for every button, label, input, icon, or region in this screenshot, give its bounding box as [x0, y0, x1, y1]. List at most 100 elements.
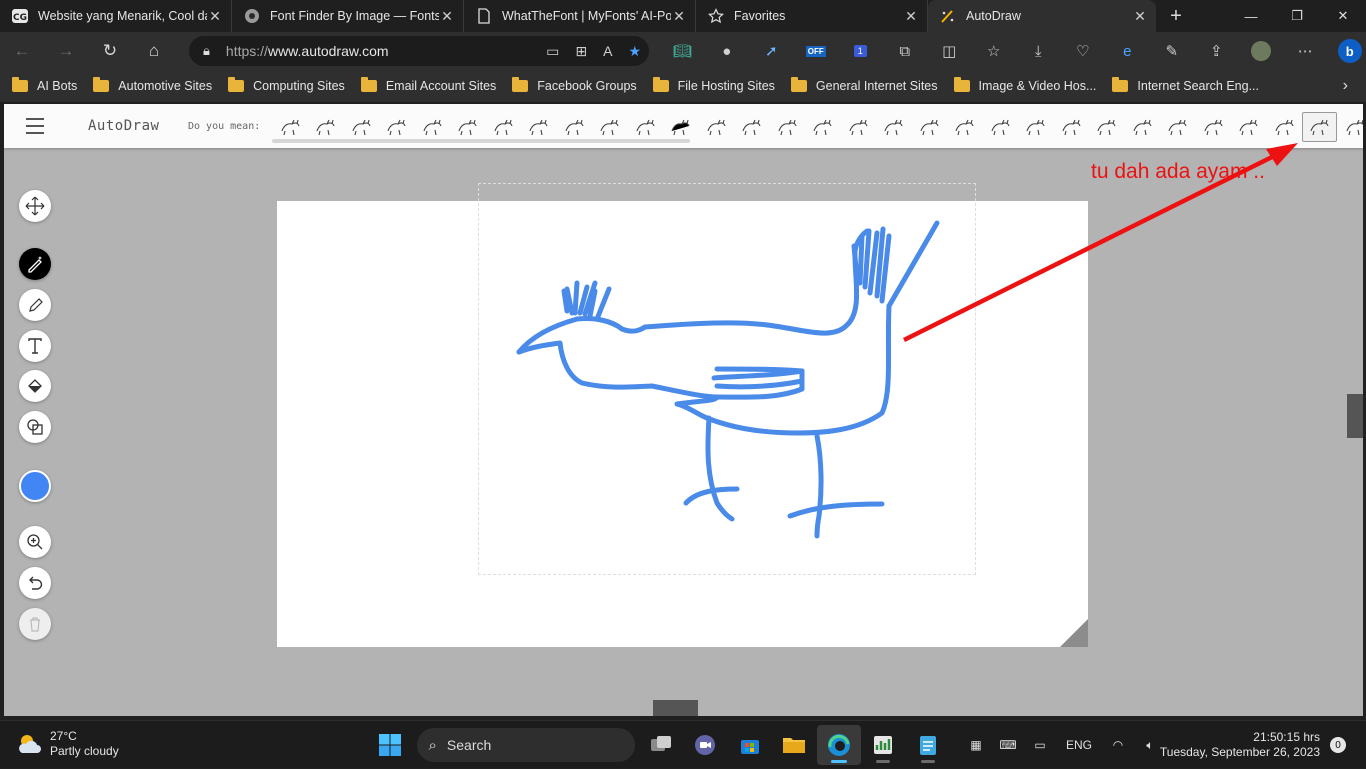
suggestion-hotdog[interactable]	[1089, 112, 1125, 142]
bookmark-folder[interactable]: General Internet Sites	[791, 79, 938, 93]
suggestion-rat[interactable]	[805, 112, 841, 142]
bookmark-folder[interactable]: AI Bots	[12, 79, 77, 93]
split-screen-icon[interactable]: ◫	[927, 42, 972, 60]
bookmark-folder[interactable]: Email Account Sites	[361, 79, 496, 93]
task-view-button[interactable]	[639, 725, 684, 765]
file-explorer-button[interactable]	[772, 725, 817, 765]
suggestion-bird[interactable]	[627, 112, 663, 142]
address-bar[interactable]: 🔒︎ https://www.autodraw.com ▭ ⊞ A ★	[189, 36, 649, 66]
suggestion-chicken[interactable]	[1302, 112, 1338, 142]
suggestion-eye[interactable]	[1337, 112, 1363, 142]
profile-avatar[interactable]	[1239, 41, 1284, 61]
start-button[interactable]	[368, 725, 413, 765]
suggestion-fox[interactable]	[1195, 112, 1231, 142]
read-aloud-icon[interactable]: A	[603, 43, 612, 59]
tab-autodraw[interactable]: AutoDraw ✕	[928, 0, 1156, 32]
tablet-mode-icon[interactable]: ▭	[1024, 738, 1056, 752]
fill-tool-button[interactable]	[19, 370, 51, 402]
suggestion-palm[interactable]	[734, 112, 770, 142]
ie-mode-icon[interactable]: e	[1105, 43, 1150, 60]
horizontal-scrollbar[interactable]	[653, 700, 698, 716]
suggestion-turtle[interactable]	[379, 112, 415, 142]
suggestion-creature[interactable]	[272, 112, 308, 142]
text-tool-button[interactable]	[19, 330, 51, 362]
bookmark-folder[interactable]: File Hosting Sites	[653, 79, 775, 93]
favorite-star-icon[interactable]: ★	[628, 43, 641, 60]
restore-icon[interactable]: ❐	[1274, 0, 1320, 32]
reader-icon[interactable]: 📖︎	[660, 42, 705, 60]
extension-balls-icon[interactable]: ●	[705, 43, 750, 60]
teams-button[interactable]	[683, 725, 728, 765]
draw-tool-button[interactable]	[19, 289, 51, 321]
keyboard-icon[interactable]: ⌨	[992, 738, 1024, 752]
home-icon[interactable]: ⌂	[132, 32, 176, 70]
close-icon[interactable]: ✕	[903, 8, 919, 25]
refresh-icon[interactable]: ↻	[88, 32, 132, 70]
favorites-icon[interactable]: ☆	[972, 42, 1017, 60]
performance-icon[interactable]: ♡	[1061, 42, 1106, 60]
suggestion-owl[interactable]	[450, 112, 486, 142]
bookmark-folder[interactable]: Internet Search Eng...	[1112, 79, 1259, 93]
tray-app-icon[interactable]: ▦	[960, 738, 992, 752]
weather-widget[interactable]: 27°CPartly cloudy	[16, 729, 119, 759]
menu-icon[interactable]	[26, 118, 44, 134]
close-icon[interactable]: ✕	[439, 8, 455, 25]
notepad-button[interactable]	[906, 725, 951, 765]
bookmark-folder[interactable]: Automotive Sites	[93, 79, 212, 93]
bookmark-folder[interactable]: Computing Sites	[228, 79, 345, 93]
zoom-button[interactable]	[19, 526, 51, 558]
bookmark-folder[interactable]: Image & Video Hos...	[954, 79, 1097, 93]
store-button[interactable]	[728, 725, 773, 765]
clock[interactable]: 21:50:15 hrsTuesday, September 26, 2023	[1158, 730, 1320, 760]
wifi-icon[interactable]: ◠	[1102, 738, 1134, 752]
suggestion-horse[interactable]	[414, 112, 450, 142]
tab-whatthefont[interactable]: WhatTheFont | MyFonts' AI-Pov ✕	[464, 0, 696, 32]
select-tool-button[interactable]	[19, 190, 51, 222]
suggestion-cube[interactable]	[982, 112, 1018, 142]
grid-icon[interactable]: ⊞	[575, 43, 587, 60]
downloads-icon[interactable]: ⤓	[1016, 43, 1061, 60]
suggestion-horse-2[interactable]	[1160, 112, 1196, 142]
suggestion-deer[interactable]	[308, 112, 344, 142]
extensions-icon[interactable]: ⧉	[883, 43, 928, 60]
suggestion-llama[interactable]	[521, 112, 557, 142]
chart-app-button[interactable]	[861, 725, 906, 765]
notification-badge[interactable]: 0	[1330, 737, 1346, 753]
taskbar-search[interactable]: ⌕Search	[417, 728, 635, 762]
close-window-icon[interactable]: ✕	[1320, 0, 1366, 32]
suggestion-lizard[interactable]	[876, 112, 912, 142]
edge-button[interactable]	[817, 725, 862, 765]
forward-icon[interactable]: →	[44, 32, 88, 70]
close-icon[interactable]: ✕	[207, 8, 223, 25]
vertical-scrollbar[interactable]	[1347, 394, 1363, 438]
web-capture-icon[interactable]: ✎	[1150, 42, 1195, 60]
back-icon[interactable]: ←	[0, 32, 44, 70]
color-picker-button[interactable]	[19, 470, 51, 502]
delete-button[interactable]	[19, 608, 51, 640]
suggestion-scrollbar[interactable]	[272, 139, 690, 143]
suggestion-cat[interactable]	[485, 112, 521, 142]
suggestion-bread[interactable]	[1053, 112, 1089, 142]
suggestion-plant[interactable]	[343, 112, 379, 142]
suggestion-house[interactable]	[911, 112, 947, 142]
undo-button[interactable]	[19, 567, 51, 599]
minimize-icon[interactable]: —	[1228, 0, 1274, 32]
shape-tool-button[interactable]	[19, 411, 51, 443]
new-tab-icon[interactable]: +	[1156, 0, 1196, 32]
suggestion-seahorse[interactable]	[1266, 112, 1302, 142]
suggestion-squirrel[interactable]	[1231, 112, 1267, 142]
tab-favorites[interactable]: Favorites ✕	[696, 0, 928, 32]
tab-website[interactable]: CG Website yang Menarik, Cool da ✕	[0, 0, 232, 32]
tab-fontspring[interactable]: Font Finder By Image — Fontsp ✕	[232, 0, 464, 32]
suggestion-oval[interactable]	[1018, 112, 1054, 142]
suggestion-dog[interactable]	[556, 112, 592, 142]
chevron-right-icon[interactable]: ›	[1343, 70, 1348, 102]
cursor-extension-icon[interactable]: ➚	[749, 42, 794, 60]
suggestion-barn[interactable]	[947, 112, 983, 142]
suggestion-dog-2[interactable]	[1124, 112, 1160, 142]
suggestion-goat[interactable]	[769, 112, 805, 142]
off-extension-icon[interactable]: OFF	[794, 46, 839, 57]
copilot-icon[interactable]: b	[1328, 39, 1366, 63]
suggestion-raccoon[interactable]	[592, 112, 628, 142]
suggestion-black-cat[interactable]	[663, 112, 699, 142]
